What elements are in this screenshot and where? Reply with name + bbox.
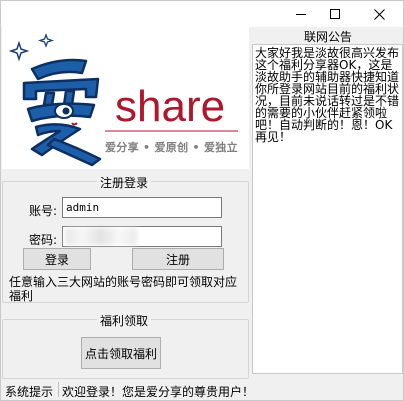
status-bar: 系统提示 欢迎登录！您是爱分享的尊贵用户！	[2, 379, 402, 400]
claim-welfare-button[interactable]: 点击领取福利	[81, 337, 161, 369]
logo-slogan: 爱分享 • 爱原创 • 爱独立	[105, 141, 238, 154]
password-label: 密码:	[29, 233, 58, 247]
status-label: 系统提示	[5, 385, 54, 399]
maximize-icon	[330, 9, 340, 19]
minimize-icon	[296, 13, 306, 15]
logo-banner: share 爱分享 • 爱原创 • 爱独立	[2, 27, 249, 169]
account-input[interactable]: admin	[62, 197, 222, 218]
close-button[interactable]	[356, 1, 403, 27]
minimize-button[interactable]	[284, 1, 318, 27]
announcement-textbox[interactable]: 大家好我是淡故很高兴发布这个福利分享器OK，这是淡故助手的辅助器快捷知道你所登录…	[252, 44, 403, 374]
close-icon	[374, 8, 385, 20]
maximize-button[interactable]	[318, 1, 352, 27]
status-separator	[58, 382, 59, 397]
login-button[interactable]: 登录	[23, 248, 91, 270]
password-redaction	[65, 228, 137, 245]
logo-wordmark: share	[115, 82, 225, 131]
status-message: 欢迎登录！您是爱分享的尊贵用户！	[62, 385, 255, 399]
app-window: share 爱分享 • 爱原创 • 爱独立 注册登录 账号: admin 密码:…	[0, 0, 404, 401]
announcement-title: 联网公告	[303, 30, 352, 44]
register-button[interactable]: 注册	[132, 248, 224, 270]
welfare-group-title: 福利领取	[97, 312, 152, 329]
account-label: 账号:	[29, 204, 58, 218]
register-group-title: 注册登录	[97, 174, 152, 191]
register-hint: 任意输入三大网站的账号密码即可领取对应福利	[9, 275, 238, 303]
title-bar	[1, 1, 403, 27]
